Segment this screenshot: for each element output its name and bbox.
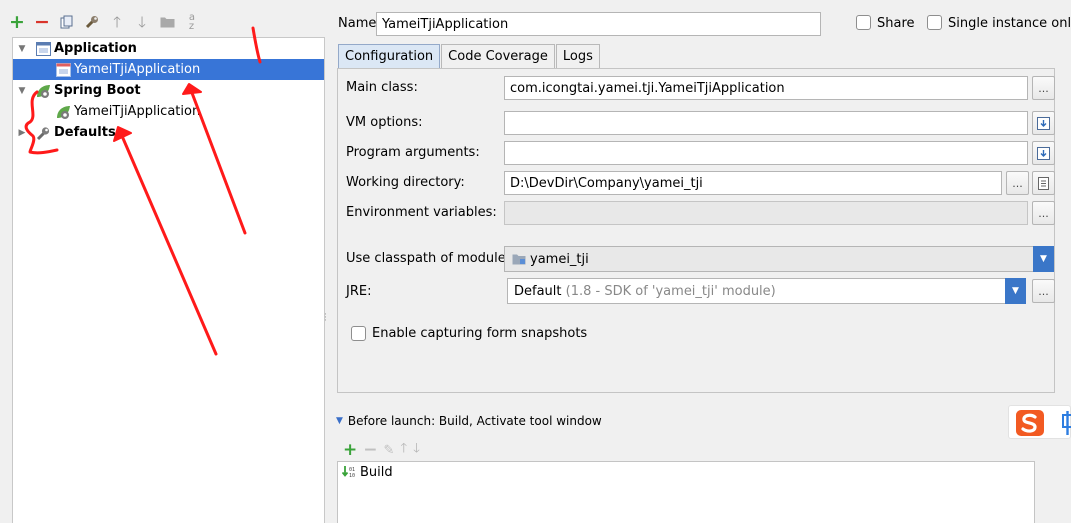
move-up-icon[interactable]: 🡑	[108, 13, 126, 31]
expand-arrow-icon[interactable]: ▼	[15, 44, 29, 54]
tab-logs[interactable]: Logs	[555, 44, 600, 68]
collapse-triangle-icon[interactable]: ▼	[336, 416, 343, 426]
build-item-label: Build	[360, 464, 393, 480]
tree-toolbar: + − 🡑 🡓 az	[8, 10, 201, 34]
move-down-icon[interactable]: 🡓	[413, 439, 420, 461]
working-dir-label: Working directory:	[346, 175, 465, 190]
config-tabs: Configuration Code Coverage Logs	[338, 44, 601, 68]
tree-node-spring-config[interactable]: YameiTjiApplication	[13, 101, 324, 122]
run-config-tree-panel: + − 🡑 🡓 az ▼ Application YameiTjiApplica…	[0, 0, 326, 523]
tab-code-coverage[interactable]: Code Coverage	[441, 44, 555, 68]
spring-boot-icon	[35, 83, 51, 99]
expand-field-icon[interactable]	[1032, 111, 1055, 135]
sort-az-icon[interactable]: az	[183, 13, 201, 32]
expand-field-icon[interactable]	[1032, 141, 1055, 165]
tree-node-label: YameiTjiApplication	[74, 62, 201, 77]
expand-arrow-icon[interactable]: ▼	[15, 86, 29, 96]
main-class-label: Main class:	[346, 80, 418, 95]
classpath-module-select[interactable]: yamei_tji ▼	[504, 246, 1054, 272]
tree-node-application[interactable]: ▼ Application	[13, 38, 324, 59]
application-icon	[35, 41, 51, 57]
tree-node-label: Application	[54, 41, 137, 56]
tree-node-label: Defaults	[54, 125, 116, 140]
ime-status-badge[interactable]	[1008, 405, 1071, 439]
jre-select[interactable]: Default (1.8 - SDK of 'yamei_tji' module…	[507, 278, 1026, 304]
chevron-down-icon[interactable]: ▼	[1005, 278, 1026, 304]
macro-icon[interactable]	[1032, 171, 1055, 195]
working-dir-input[interactable]: D:\DevDir\Company\yamei_tji	[504, 171, 1002, 195]
jre-value: Default	[514, 283, 562, 299]
app-config-icon	[55, 62, 71, 78]
build-icon: 01 10	[341, 464, 357, 480]
copy-icon[interactable]	[58, 13, 76, 31]
run-config-editor: Name: YameiTjiApplication Share Single i…	[336, 0, 1071, 523]
classpath-module-value: yamei_tji	[530, 251, 589, 267]
tab-configuration[interactable]: Configuration	[338, 44, 441, 68]
collapse-arrow-icon[interactable]: ▶	[15, 128, 29, 138]
working-dir-browse-button[interactable]: ...	[1006, 171, 1029, 195]
env-vars-input[interactable]	[504, 201, 1028, 225]
name-label: Name:	[338, 16, 381, 31]
add-icon[interactable]: +	[8, 12, 26, 31]
splitter-grip-icon[interactable]: · · ·	[324, 311, 328, 328]
program-args-input[interactable]	[504, 141, 1028, 165]
main-class-input[interactable]: com.icongtai.yamei.tji.YameiTjiApplicati…	[504, 76, 1028, 100]
move-up-icon[interactable]: 🡑	[400, 439, 407, 461]
before-launch-toolbar: + − ✎ 🡑 🡓	[343, 439, 420, 461]
chevron-down-icon[interactable]: ▼	[1033, 246, 1054, 272]
single-instance-label: Single instance only	[948, 16, 1071, 31]
jre-detail: (1.8 - SDK of 'yamei_tji' module)	[561, 283, 776, 299]
spring-config-icon	[55, 104, 71, 120]
add-icon[interactable]: +	[343, 440, 357, 460]
name-input[interactable]: YameiTjiApplication	[376, 12, 821, 36]
remove-icon[interactable]: −	[33, 12, 51, 31]
snapshots-checkbox[interactable]	[351, 326, 366, 341]
tree-node-application-config[interactable]: YameiTjiApplication	[13, 59, 324, 80]
folder-icon[interactable]	[158, 13, 176, 31]
env-vars-edit-button[interactable]: ...	[1032, 201, 1055, 225]
share-label: Share	[877, 16, 915, 31]
list-item[interactable]: 01 10 Build	[341, 464, 393, 480]
tree-node-defaults[interactable]: ▶ Defaults	[13, 122, 324, 143]
wrench-icon	[35, 125, 51, 141]
run-config-tree: ▼ Application YameiTjiApplication ▼ Spri…	[12, 37, 325, 523]
jre-label: JRE:	[346, 284, 372, 299]
module-icon	[511, 251, 527, 267]
svg-text:10: 10	[349, 473, 355, 479]
before-launch-title: Before launch: Build, Activate tool wind…	[347, 414, 602, 428]
before-launch-list: 01 10 Build	[337, 461, 1035, 523]
edit-defaults-icon[interactable]	[83, 13, 101, 31]
program-args-label: Program arguments:	[346, 145, 480, 160]
env-vars-label: Environment variables:	[346, 205, 497, 220]
tree-node-label: Spring Boot	[54, 83, 141, 98]
classpath-label: Use classpath of module:	[346, 251, 511, 266]
panel-splitter[interactable]	[325, 0, 336, 523]
jre-browse-button[interactable]: ...	[1032, 279, 1055, 303]
vm-options-input[interactable]	[504, 111, 1028, 135]
vm-options-label: VM options:	[346, 115, 423, 130]
main-class-browse-button[interactable]: ...	[1032, 76, 1055, 100]
tree-node-label: YameiTjiApplication	[74, 104, 201, 119]
before-launch-header[interactable]: ▼ Before launch: Build, Activate tool wi…	[336, 414, 602, 428]
edit-icon[interactable]: ✎	[384, 443, 395, 458]
move-down-icon[interactable]: 🡓	[133, 13, 151, 31]
snapshots-label: Enable capturing form snapshots	[372, 326, 588, 341]
single-instance-checkbox[interactable]	[927, 15, 942, 30]
remove-icon[interactable]: −	[363, 440, 377, 460]
share-checkbox[interactable]	[856, 15, 871, 30]
tree-node-spring-boot[interactable]: ▼ Spring Boot	[13, 80, 324, 101]
